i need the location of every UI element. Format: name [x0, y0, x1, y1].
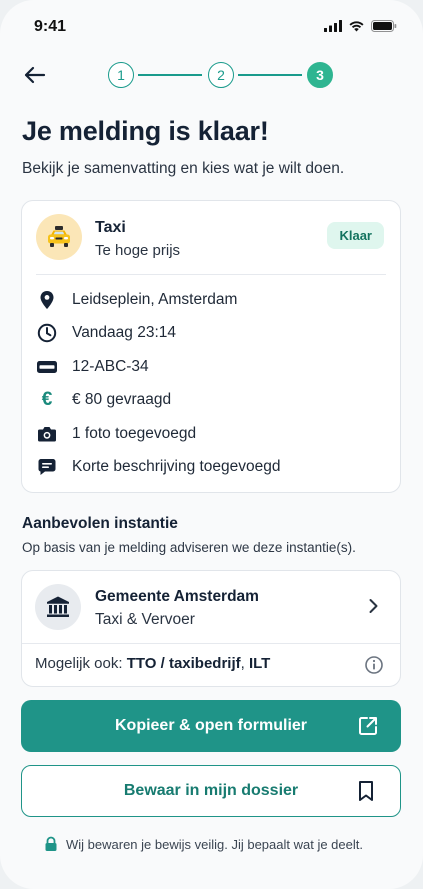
detail-time: Vandaag 23:14: [72, 324, 177, 341]
institution-card[interactable]: Gemeente Amsterdam Taxi & Vervoer Mogeli…: [21, 570, 401, 687]
wifi-icon: [348, 19, 365, 37]
detail-location: Leidseplein, Amsterdam: [72, 291, 238, 308]
copy-open-form-label: Kopieer & open formulier: [114, 717, 308, 734]
taxi-avatar: [36, 214, 82, 260]
save-to-dossier-label: Bewaar in mijn dossier: [123, 782, 299, 799]
progress-stepper: 1 2 3: [108, 62, 338, 88]
taxi-icon: [48, 226, 70, 247]
recommendation-subtitle: Op basis van je melding adviseren we dez…: [22, 540, 356, 555]
detail-row-price: € € 80 gevraagd: [36, 388, 171, 412]
also-separator: ,: [240, 655, 249, 672]
institution-name: Gemeente Amsterdam: [95, 588, 259, 605]
page-title: Je melding is klaar!: [22, 116, 269, 146]
save-to-dossier-button[interactable]: Bewaar in mijn dossier: [21, 765, 401, 817]
privacy-note: Wij bewaren je bewijs veilig. Jij bepaal…: [44, 836, 363, 852]
step-3: 3: [307, 62, 333, 88]
also-item-tto: TTO / taxibedrijf: [126, 655, 241, 672]
status-time: 9:41: [34, 18, 67, 35]
detail-row-description: Korte beschrijving toegevoegd: [36, 455, 281, 479]
chat-bubble-icon: [36, 456, 58, 478]
camera-icon: [36, 423, 58, 445]
detail-plate: 12-ABC-34: [72, 358, 149, 375]
government-building-icon: [47, 596, 69, 617]
status-icons: [324, 19, 397, 37]
also-prefix: Mogelijk ook:: [35, 655, 127, 672]
report-category: Taxi: [95, 219, 126, 236]
status-bar: 9:41: [0, 0, 423, 52]
summary-card: Taxi Te hoge prijs Klaar Leidseplein, Am…: [21, 200, 401, 493]
report-subcategory: Te hoge prijs: [95, 242, 181, 259]
also-possible-text: Mogelijk ook: TTO / taxibedrijf, ILT: [35, 655, 270, 672]
external-link-icon: [359, 717, 377, 735]
bookmark-icon: [359, 781, 373, 801]
phone-screen: 9:41 1 2 3 Je melding is klaar! Bekijk j…: [0, 0, 423, 889]
detail-row-time: Vandaag 23:14: [36, 321, 176, 345]
status-badge: Klaar: [327, 222, 384, 249]
copy-open-form-button[interactable]: Kopieer & open formulier: [21, 700, 401, 752]
signal-icon: [324, 19, 342, 37]
detail-description: Korte beschrijving toegevoegd: [72, 458, 281, 475]
info-icon[interactable]: [364, 655, 384, 675]
detail-row-plate: 12-ABC-34: [36, 355, 149, 379]
divider: [22, 643, 400, 644]
clock-icon: [36, 322, 58, 344]
back-button[interactable]: [20, 60, 50, 90]
detail-price: € 80 gevraagd: [72, 391, 172, 408]
detail-row-photo: 1 foto toegevoegd: [36, 422, 196, 446]
step-2: 2: [208, 62, 234, 88]
step-connector: [138, 74, 202, 76]
lock-icon: [44, 836, 58, 852]
license-plate-icon: [36, 356, 58, 378]
battery-icon: [371, 19, 397, 37]
privacy-note-text: Wij bewaren je bewijs veilig. Jij bepaal…: [66, 836, 363, 852]
institution-department: Taxi & Vervoer: [95, 611, 195, 628]
institution-avatar: [35, 584, 81, 630]
detail-row-location: Leidseplein, Amsterdam: [36, 288, 237, 312]
euro-icon: €: [41, 389, 53, 410]
step-1: 1: [108, 62, 134, 88]
chevron-right-icon: [369, 599, 378, 613]
detail-photo: 1 foto toegevoegd: [72, 425, 197, 442]
page-subtitle: Bekijk je samenvatting en kies wat je wi…: [22, 160, 345, 177]
recommendation-title: Aanbevolen instantie: [22, 515, 178, 532]
location-pin-icon: [36, 289, 58, 311]
divider: [36, 274, 386, 275]
step-connector: [238, 74, 302, 76]
also-item-ilt: ILT: [248, 655, 271, 672]
arrow-left-icon: [24, 66, 46, 84]
